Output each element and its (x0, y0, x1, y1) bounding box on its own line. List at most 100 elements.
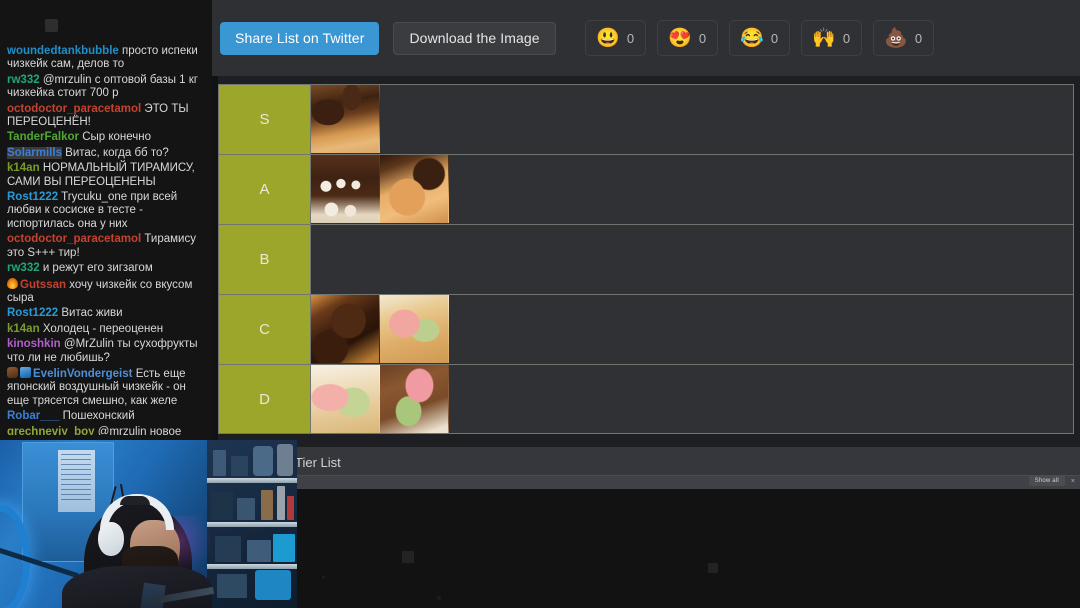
streamer-webcam-overlay (0, 440, 297, 608)
webcam-streamer (60, 480, 215, 608)
chat-message: woundedtankbubble просто испеки чизкейк … (6, 45, 206, 72)
chat-message: Robar___ Пошехонский (6, 410, 206, 423)
shelf-object-5 (211, 492, 233, 520)
pink-swirl-cake-thumb[interactable] (380, 365, 449, 433)
poop-reaction[interactable]: 💩 0 (872, 20, 934, 56)
tier-list-rows: SABCD (218, 84, 1074, 434)
chat-message: rw332 @mrzulin с оптовой базы 1 кг чизке… (6, 74, 206, 101)
joy-face-reaction[interactable]: 😂 0 (728, 20, 790, 56)
raised-hands-reaction[interactable]: 🙌 0 (800, 20, 862, 56)
chocolate-ball-thumb[interactable] (311, 295, 380, 363)
chat-message-text: Витас, когда бб то? (65, 146, 169, 159)
shelf-object-13 (217, 574, 247, 598)
tier-row-items[interactable] (311, 295, 1073, 364)
shelf-object-1 (213, 450, 226, 476)
heart-eyes-reaction[interactable]: 😍 0 (656, 20, 718, 56)
shelf-object-6 (237, 498, 255, 520)
chat-message-text: Холодец - переоценен (42, 322, 164, 335)
chat-username[interactable]: k14an (7, 323, 40, 335)
tier-row-items[interactable] (311, 85, 1073, 154)
tier-row-items[interactable] (311, 155, 1073, 224)
webcam-headphone-earcup (98, 522, 124, 556)
joy-face-reaction-icon: 😂 (740, 27, 764, 49)
tier-row: C (218, 294, 1074, 364)
chat-username[interactable]: woundedtankbubble (7, 45, 119, 57)
share-list-on-twitter-button[interactable]: Share List on Twitter (220, 21, 380, 55)
tier-row-items[interactable] (311, 365, 1073, 433)
screen-root: woundedtankbubble просто испеки чизкейк … (0, 0, 1080, 608)
chat-username[interactable]: grechneviy_boy (7, 426, 95, 435)
chat-username[interactable]: Rost1222 (7, 307, 58, 319)
chat-message-text: Сыр конечно (82, 131, 152, 144)
shelf-plank-2 (207, 522, 297, 527)
chat-message: octodoctor_paracetamol Тирамису это S+++… (6, 233, 206, 260)
shelf-object-12 (273, 534, 295, 562)
chat-message: EvelinVondergeist Есть еще японский возд… (6, 366, 206, 408)
downloads-show-all-button[interactable]: Show all (1028, 476, 1065, 486)
tier-row: D (218, 364, 1074, 434)
raised-hands-reaction-icon: 🙌 (812, 27, 836, 49)
chat-message: Solarmills Витас, когда бб то? (6, 146, 206, 160)
reaction-count: 0 (914, 30, 923, 46)
chat-username[interactable]: octodoctor_paracetamol (7, 103, 141, 115)
tier-label-a[interactable]: A (219, 155, 311, 224)
shelf-object-8 (277, 486, 285, 520)
reaction-count: 0 (698, 30, 707, 46)
tier-label-s[interactable]: S (219, 85, 311, 154)
grinning-face-reaction-icon: 😃 (596, 27, 620, 49)
chat-message: kinoshkin @MrZulin ты сухофрукты что ли … (6, 338, 206, 365)
chat-message: Rost1222 Витас живи (6, 307, 206, 320)
page-placeholder-block-1 (402, 551, 414, 563)
chat-username[interactable]: rw332 (7, 74, 40, 86)
browser-tab-strip[interactable] (212, 447, 1080, 475)
chat-username[interactable]: Solarmills (7, 146, 62, 159)
chat-message: Rost1222 Trycuku_one при всей любви к со… (6, 191, 206, 231)
chat-username[interactable]: Rost1222 (7, 191, 58, 203)
tier-row-items[interactable] (311, 225, 1073, 294)
subscriber-badge-icon (20, 366, 31, 378)
tier-label-d[interactable]: D (219, 365, 311, 433)
chat-message: TanderFalkor Сыр конечно (6, 131, 206, 144)
page-placeholder-dot-2 (322, 576, 325, 579)
chat-username[interactable]: k14an (7, 162, 40, 174)
reaction-count: 0 (626, 30, 635, 46)
chat-username[interactable]: Gutssan (20, 279, 66, 291)
chat-message-text: и режут его зигзагом (42, 262, 153, 275)
chat-username[interactable]: EvelinVondergeist (33, 368, 132, 380)
fire-badge-icon (7, 277, 18, 289)
chat-message: k14an Холодец - переоценен (6, 323, 206, 336)
shelf-plank-3 (207, 564, 297, 569)
chat-username[interactable]: kinoshkin (7, 338, 61, 350)
pink-green-tart-thumb[interactable] (311, 365, 380, 433)
tier-label-c[interactable]: C (219, 295, 311, 364)
browser-toolbar[interactable] (212, 475, 1080, 489)
grinning-face-reaction[interactable]: 😃 0 (584, 20, 646, 56)
reaction-count: 0 (770, 30, 779, 46)
page-placeholder-dot-1 (437, 596, 441, 600)
chat-username[interactable]: rw332 (7, 262, 40, 274)
tier-row: B (218, 224, 1074, 294)
chat-username[interactable]: octodoctor_paracetamol (7, 233, 141, 245)
pink-green-cream-thumb[interactable] (380, 295, 449, 363)
chat-message: k14an НОРМАЛЬНЫЙ ТИРАМИСУ, САМИ ВЫ ПЕРЕО… (6, 162, 206, 189)
chat-username[interactable]: TanderFalkor (7, 131, 79, 143)
download-the-image-button[interactable]: Download the Image (393, 21, 556, 55)
chat-username[interactable]: Robar___ (7, 410, 59, 422)
chocolate-eclair-thumb[interactable] (311, 85, 380, 153)
heart-eyes-reaction-icon: 😍 (668, 27, 692, 49)
poop-reaction-icon: 💩 (884, 27, 908, 49)
twitch-chat-panel: woundedtankbubble просто испеки чизкейк … (0, 0, 212, 435)
reaction-count: 0 (842, 30, 851, 46)
downloads-bar: Show all × (1028, 476, 1075, 486)
chat-message: rw332 и режут его зигзагом (6, 262, 206, 275)
chat-message-text: Пошехонский (62, 410, 135, 423)
cone-pastry-thumb[interactable] (380, 155, 449, 223)
shelf-object-10 (215, 536, 241, 562)
browser-page-content: Show all × (212, 476, 1080, 608)
chocolate-cream-cake-thumb[interactable] (311, 155, 380, 223)
downloads-close-icon[interactable]: × (1071, 478, 1075, 485)
chat-message-list[interactable]: woundedtankbubble просто испеки чизкейк … (0, 45, 212, 435)
reaction-bar: 😃 0 😍 0 😂 0 🙌 0 💩 0 (584, 20, 934, 56)
tier-label-b[interactable]: B (219, 225, 311, 294)
chat-header-placeholder (45, 19, 58, 32)
